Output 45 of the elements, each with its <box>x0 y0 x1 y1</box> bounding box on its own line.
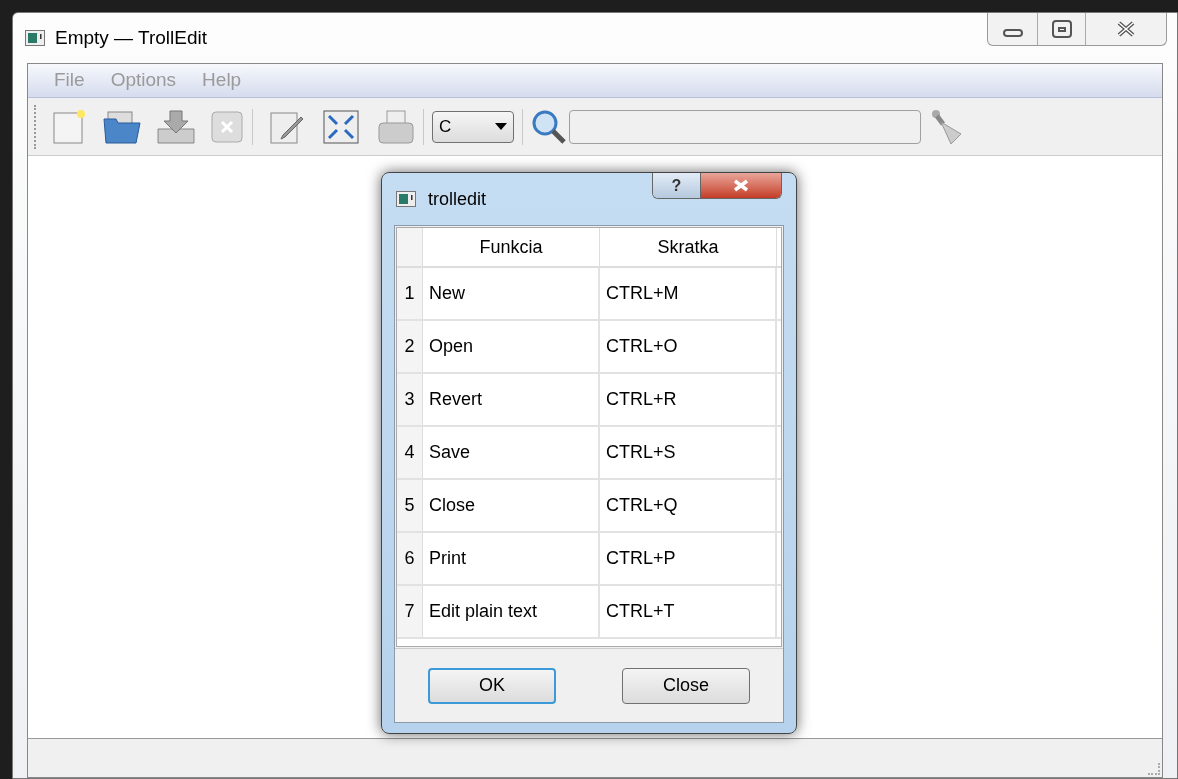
close-icon <box>1116 21 1136 37</box>
row-header[interactable]: 6 <box>397 533 423 584</box>
table-cell: CTRL+M <box>600 268 777 319</box>
row-header[interactable]: 3 <box>397 374 423 425</box>
table-cell: CTRL+S <box>600 427 777 478</box>
close-button[interactable] <box>701 173 781 198</box>
table-cell: Edit plain text <box>423 586 600 637</box>
table-cell: CTRL+T <box>600 586 777 637</box>
row-header[interactable]: 1 <box>397 268 423 319</box>
column-header[interactable]: Funkcia <box>423 228 600 266</box>
caret-icon <box>495 123 507 130</box>
table-cell: Print <box>423 533 600 584</box>
close-icon <box>732 179 750 192</box>
broom-icon[interactable] <box>929 107 963 146</box>
download-tray-icon[interactable] <box>156 108 196 145</box>
table-cell: CTRL+R <box>600 374 777 425</box>
window-title: Empty — TrollEdit <box>55 25 208 50</box>
language-dropdown[interactable]: C <box>432 110 514 143</box>
column-header[interactable]: Skratka <box>600 228 777 266</box>
table-cell: CTRL+P <box>600 533 777 584</box>
table-cell: Open <box>423 321 600 372</box>
new-document-icon[interactable] <box>52 108 86 145</box>
row-header[interactable]: 4 <box>397 427 423 478</box>
row-header[interactable]: 2 <box>397 321 423 372</box>
app-icon <box>396 191 416 207</box>
dialog-button[interactable]: OK <box>428 667 556 704</box>
folder-icon[interactable] <box>102 108 142 145</box>
app-icon <box>25 30 45 46</box>
table-cell: CTRL+Q <box>600 480 777 531</box>
row-header[interactable]: 7 <box>397 586 423 637</box>
table-cell: Save <box>423 427 600 478</box>
table-cell: New <box>423 268 600 319</box>
table-cell: Close <box>423 480 600 531</box>
close-document-icon[interactable] <box>210 109 244 144</box>
resize-grip-icon <box>1148 763 1160 775</box>
printer-icon[interactable] <box>377 108 415 145</box>
search-icon <box>531 108 567 145</box>
table-cell: Revert <box>423 374 600 425</box>
dialog-button[interactable]: Close <box>622 667 750 704</box>
row-header[interactable]: 5 <box>397 480 423 531</box>
table-cell: CTRL+O <box>600 321 777 372</box>
dialog-title: trolledit <box>428 187 487 211</box>
search-field[interactable] <box>569 109 921 144</box>
help-button[interactable]: ? <box>653 173 701 198</box>
fullscreen-icon[interactable] <box>323 109 359 144</box>
